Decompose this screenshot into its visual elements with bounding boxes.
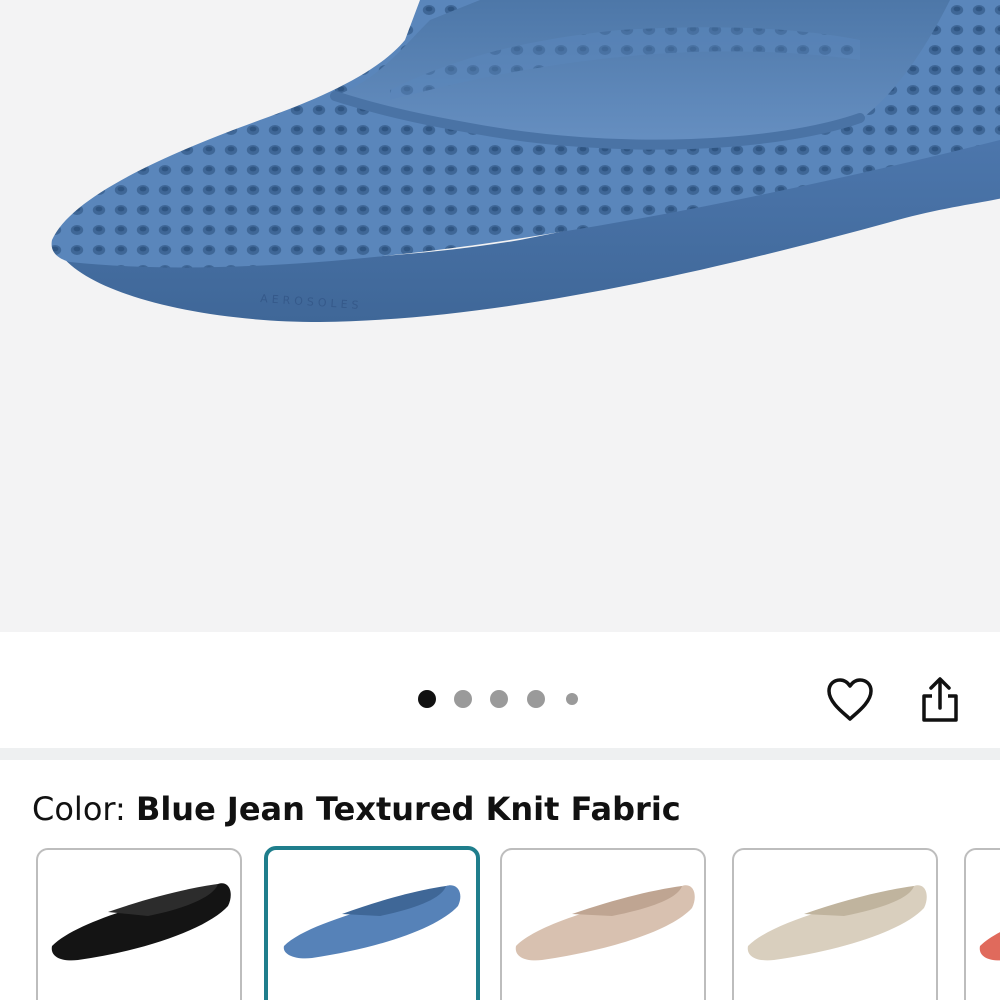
swatch-beige[interactable] [732, 848, 938, 1000]
shoe-illustration: AEROSOLES [51, 0, 1000, 322]
swatch-black[interactable] [36, 848, 242, 1000]
swatch-shoe-image [283, 885, 461, 959]
swatch-shoe-image [51, 883, 231, 961]
color-value: Blue Jean Textured Knit Fabric [135, 790, 681, 828]
carousel-dot-2[interactable] [454, 690, 472, 708]
color-label: Color: [32, 790, 126, 828]
carousel-dot-1[interactable] [418, 690, 436, 708]
image-controls [0, 632, 1000, 748]
section-divider [0, 748, 1000, 760]
carousel-dot-4[interactable] [527, 690, 545, 708]
swatch-shoe-image [747, 885, 927, 961]
share-button[interactable] [912, 672, 968, 728]
product-image[interactable]: AEROSOLES [0, 0, 1000, 632]
swatch-coral[interactable] [964, 848, 1000, 1000]
carousel-dot-5[interactable] [566, 693, 578, 705]
swatch-shoe-image [515, 885, 695, 961]
favorite-button[interactable] [820, 672, 880, 728]
color-selection-label: Color: Blue Jean Textured Knit Fabric [32, 790, 681, 828]
share-icon [922, 677, 958, 722]
swatch-shoe-image [979, 932, 1000, 961]
carousel-dot-3[interactable] [490, 690, 508, 708]
swatch-blue-jean[interactable] [264, 846, 480, 1000]
heart-icon [827, 678, 873, 721]
color-swatches [0, 846, 1000, 1000]
swatch-blush[interactable] [500, 848, 706, 1000]
